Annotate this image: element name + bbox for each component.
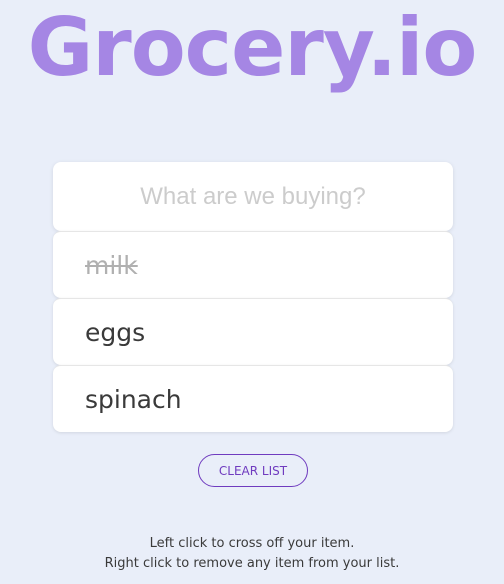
help-line-left-click: Left click to cross off your item.	[149, 536, 355, 551]
clear-list-button[interactable]: CLEAR LIST	[198, 454, 308, 487]
help-text: Left click to cross off your item. Right…	[0, 534, 504, 574]
grocery-card: milk eggs spinach	[53, 162, 453, 432]
help-line-right-click: Right click to remove any item from your…	[104, 556, 400, 571]
list-item-label: milk	[85, 250, 138, 280]
grocery-list: milk eggs spinach	[53, 231, 453, 432]
new-item-input-container	[53, 162, 453, 231]
list-item-label: eggs	[85, 317, 146, 347]
app-logo: Grocery.io	[27, 1, 478, 94]
list-item-label: spinach	[85, 384, 182, 414]
new-item-input[interactable]	[53, 162, 453, 231]
list-item[interactable]: milk	[53, 231, 453, 298]
list-item[interactable]: eggs	[53, 298, 453, 365]
list-item[interactable]: spinach	[53, 365, 453, 432]
